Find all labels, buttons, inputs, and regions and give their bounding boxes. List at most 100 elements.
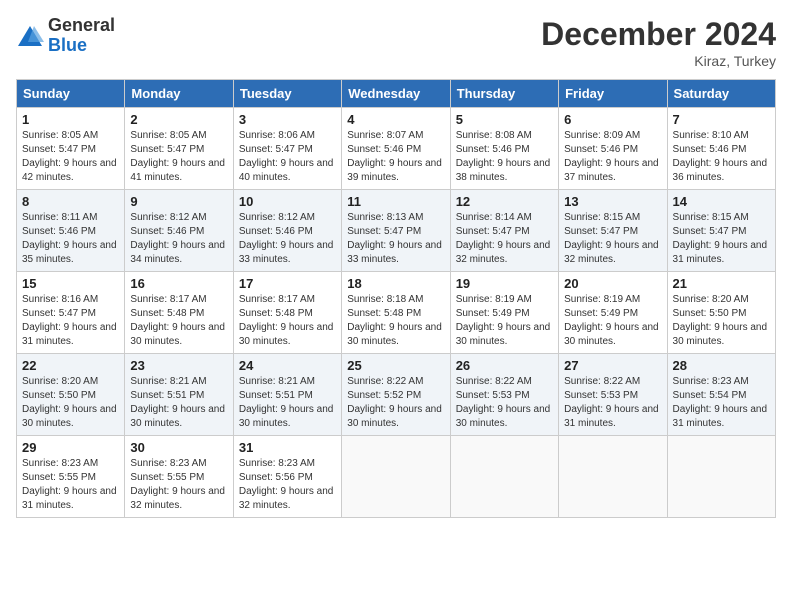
weekday-header: Wednesday [342, 80, 450, 108]
calendar-week-row: 29 Sunrise: 8:23 AMSunset: 5:55 PMDayligh… [17, 436, 776, 518]
calendar-cell: 12 Sunrise: 8:14 AMSunset: 5:47 PMDayligh… [450, 190, 558, 272]
weekday-header: Monday [125, 80, 233, 108]
weekday-header: Friday [559, 80, 667, 108]
calendar-cell: 8 Sunrise: 8:11 AMSunset: 5:46 PMDaylight… [17, 190, 125, 272]
day-number: 3 [239, 112, 336, 127]
weekday-header: Thursday [450, 80, 558, 108]
day-info: Sunrise: 8:12 AMSunset: 5:46 PMDaylight:… [239, 211, 336, 267]
day-number: 30 [130, 440, 227, 455]
calendar-table: SundayMondayTuesdayWednesdayThursdayFrid… [16, 79, 776, 518]
day-number: 4 [347, 112, 444, 127]
day-info: Sunrise: 8:06 AMSunset: 5:47 PMDaylight:… [239, 129, 336, 185]
calendar-cell: 30 Sunrise: 8:23 AMSunset: 5:55 PMDayligh… [125, 436, 233, 518]
day-info: Sunrise: 8:17 AMSunset: 5:48 PMDaylight:… [130, 293, 227, 349]
day-info: Sunrise: 8:23 AMSunset: 5:55 PMDaylight:… [130, 457, 227, 513]
day-number: 10 [239, 194, 336, 209]
day-number: 28 [673, 358, 770, 373]
calendar-cell: 7 Sunrise: 8:10 AMSunset: 5:46 PMDaylight… [667, 108, 775, 190]
day-info: Sunrise: 8:12 AMSunset: 5:46 PMDaylight:… [130, 211, 227, 267]
calendar-cell: 25 Sunrise: 8:22 AMSunset: 5:52 PMDayligh… [342, 354, 450, 436]
calendar-cell: 20Sunrise: 8:19 AMSunset: 5:49 PMDayligh… [559, 272, 667, 354]
calendar-cell: 6Sunrise: 8:09 AMSunset: 5:46 PMDaylight… [559, 108, 667, 190]
logo: General Blue [16, 16, 115, 56]
calendar-cell: 22 Sunrise: 8:20 AMSunset: 5:50 PMDayligh… [17, 354, 125, 436]
calendar-cell: 3 Sunrise: 8:06 AMSunset: 5:47 PMDaylight… [233, 108, 341, 190]
day-info: Sunrise: 8:21 AMSunset: 5:51 PMDaylight:… [130, 375, 227, 431]
month-title: December 2024 [541, 16, 776, 53]
logo-icon [16, 22, 44, 50]
day-number: 16 [130, 276, 227, 291]
day-number: 20 [564, 276, 661, 291]
calendar-cell: 29 Sunrise: 8:23 AMSunset: 5:55 PMDayligh… [17, 436, 125, 518]
logo-text: General Blue [48, 16, 115, 56]
logo-blue: Blue [48, 36, 115, 56]
day-number: 1 [22, 112, 119, 127]
day-number: 15 [22, 276, 119, 291]
location: Kiraz, Turkey [541, 53, 776, 69]
calendar-cell: 28 Sunrise: 8:23 AMSunset: 5:54 PMDayligh… [667, 354, 775, 436]
day-number: 14 [673, 194, 770, 209]
day-number: 21 [673, 276, 770, 291]
day-number: 9 [130, 194, 227, 209]
day-number: 29 [22, 440, 119, 455]
day-info: Sunrise: 8:05 AMSunset: 5:47 PMDaylight:… [130, 129, 227, 185]
weekday-header: Sunday [17, 80, 125, 108]
day-number: 31 [239, 440, 336, 455]
day-info: Sunrise: 8:23 AMSunset: 5:56 PMDaylight:… [239, 457, 336, 513]
day-info: Sunrise: 8:16 AMSunset: 5:47 PMDaylight:… [22, 293, 119, 349]
calendar-cell: 31 Sunrise: 8:23 AMSunset: 5:56 PMDayligh… [233, 436, 341, 518]
day-info: Sunrise: 8:11 AMSunset: 5:46 PMDaylight:… [22, 211, 119, 267]
calendar-cell: 1Sunrise: 8:05 AMSunset: 5:47 PMDaylight… [17, 108, 125, 190]
day-number: 23 [130, 358, 227, 373]
day-info: Sunrise: 8:07 AMSunset: 5:46 PMDaylight:… [347, 129, 444, 185]
day-info: Sunrise: 8:23 AMSunset: 5:55 PMDaylight:… [22, 457, 119, 513]
calendar-cell: 11 Sunrise: 8:13 AMSunset: 5:47 PMDayligh… [342, 190, 450, 272]
day-info: Sunrise: 8:09 AMSunset: 5:46 PMDaylight:… [564, 129, 661, 185]
calendar-week-row: 22 Sunrise: 8:20 AMSunset: 5:50 PMDayligh… [17, 354, 776, 436]
weekday-header: Tuesday [233, 80, 341, 108]
day-info: Sunrise: 8:23 AMSunset: 5:54 PMDaylight:… [673, 375, 770, 431]
day-number: 25 [347, 358, 444, 373]
calendar-cell: 10 Sunrise: 8:12 AMSunset: 5:46 PMDayligh… [233, 190, 341, 272]
weekday-header: Saturday [667, 80, 775, 108]
calendar-cell: 16 Sunrise: 8:17 AMSunset: 5:48 PMDayligh… [125, 272, 233, 354]
day-info: Sunrise: 8:20 AMSunset: 5:50 PMDaylight:… [673, 293, 770, 349]
day-info: Sunrise: 8:17 AMSunset: 5:48 PMDaylight:… [239, 293, 336, 349]
calendar-cell: 27Sunrise: 8:22 AMSunset: 5:53 PMDayligh… [559, 354, 667, 436]
calendar-cell: 9 Sunrise: 8:12 AMSunset: 5:46 PMDaylight… [125, 190, 233, 272]
day-info: Sunrise: 8:14 AMSunset: 5:47 PMDaylight:… [456, 211, 553, 267]
calendar-cell: 5 Sunrise: 8:08 AMSunset: 5:46 PMDaylight… [450, 108, 558, 190]
day-number: 8 [22, 194, 119, 209]
calendar-cell: 23 Sunrise: 8:21 AMSunset: 5:51 PMDayligh… [125, 354, 233, 436]
day-number: 24 [239, 358, 336, 373]
day-number: 12 [456, 194, 553, 209]
day-number: 17 [239, 276, 336, 291]
day-number: 5 [456, 112, 553, 127]
day-number: 19 [456, 276, 553, 291]
day-info: Sunrise: 8:10 AMSunset: 5:46 PMDaylight:… [673, 129, 770, 185]
day-info: Sunrise: 8:08 AMSunset: 5:46 PMDaylight:… [456, 129, 553, 185]
calendar-cell: 17 Sunrise: 8:17 AMSunset: 5:48 PMDayligh… [233, 272, 341, 354]
day-number: 11 [347, 194, 444, 209]
day-info: Sunrise: 8:20 AMSunset: 5:50 PMDaylight:… [22, 375, 119, 431]
calendar-cell [667, 436, 775, 518]
logo-general: General [48, 16, 115, 36]
calendar-cell: 19 Sunrise: 8:19 AMSunset: 5:49 PMDayligh… [450, 272, 558, 354]
calendar-cell: 4 Sunrise: 8:07 AMSunset: 5:46 PMDaylight… [342, 108, 450, 190]
calendar-header-row: SundayMondayTuesdayWednesdayThursdayFrid… [17, 80, 776, 108]
day-number: 2 [130, 112, 227, 127]
calendar-week-row: 8 Sunrise: 8:11 AMSunset: 5:46 PMDaylight… [17, 190, 776, 272]
day-number: 7 [673, 112, 770, 127]
day-info: Sunrise: 8:15 AMSunset: 5:47 PMDaylight:… [564, 211, 661, 267]
calendar-week-row: 1 Sunrise: 8:05 AMSunset: 5:47 PMDaylight… [17, 108, 776, 190]
day-info: Sunrise: 8:22 AMSunset: 5:52 PMDaylight:… [347, 375, 444, 431]
day-info: Sunrise: 8:19 AMSunset: 5:49 PMDaylight:… [456, 293, 553, 349]
day-number: 22 [22, 358, 119, 373]
page-header: General Blue December 2024 Kiraz, Turkey [16, 16, 776, 69]
calendar-cell: 13Sunrise: 8:15 AMSunset: 5:47 PMDayligh… [559, 190, 667, 272]
day-number: 18 [347, 276, 444, 291]
day-info: Sunrise: 8:18 AMSunset: 5:48 PMDaylight:… [347, 293, 444, 349]
calendar-cell: 2 Sunrise: 8:05 AMSunset: 5:47 PMDaylight… [125, 108, 233, 190]
calendar-cell [559, 436, 667, 518]
day-info: Sunrise: 8:13 AMSunset: 5:47 PMDaylight:… [347, 211, 444, 267]
